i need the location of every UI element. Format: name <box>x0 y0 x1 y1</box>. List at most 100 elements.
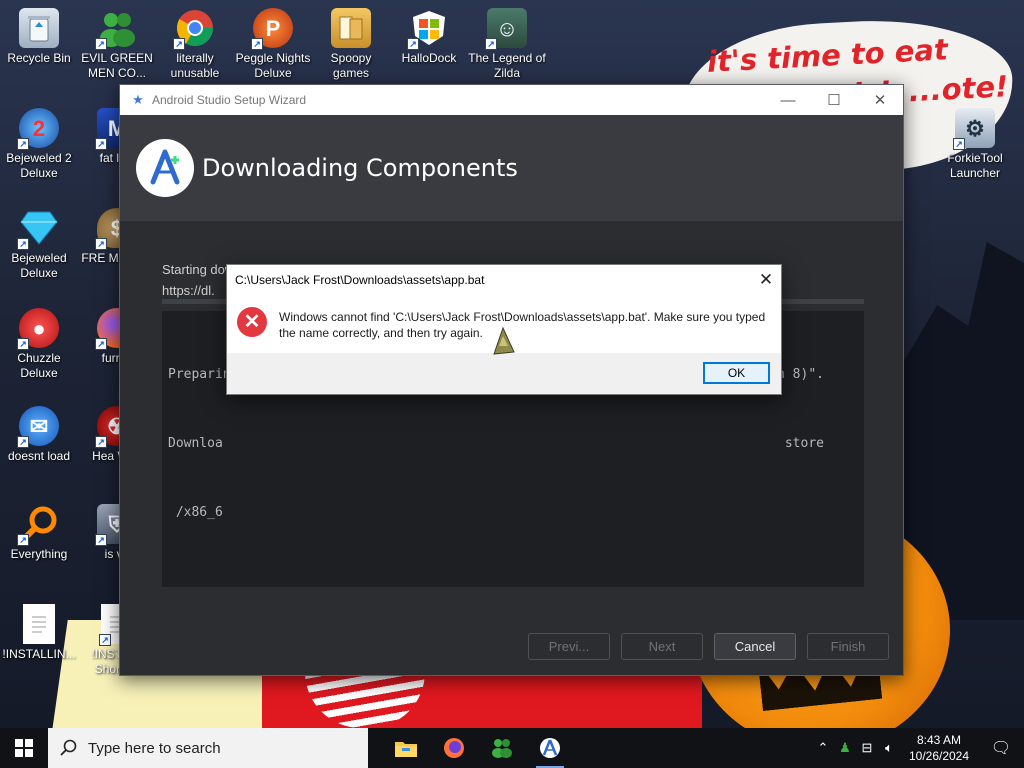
shortcut-arrow-icon: ↗ <box>17 238 29 250</box>
desktop-icon-installing[interactable]: !INSTALLIN... <box>0 604 78 662</box>
android-studio-icon <box>540 738 560 758</box>
log-line: /x86_6 <box>168 501 858 524</box>
desktop-icon-label: Bejeweled Deluxe <box>11 251 67 280</box>
taskbar-android-studio[interactable] <box>526 728 574 768</box>
desktop-icon-label: ForkieTool Launcher <box>947 151 1003 180</box>
finish-button[interactable]: Finish <box>807 633 889 660</box>
windows-start-icon <box>15 739 33 757</box>
desktop-icon-label: The Legend of Zilda <box>468 51 546 80</box>
log-line-right: n 8)". <box>777 367 824 382</box>
cancel-button[interactable]: Cancel <box>714 633 796 660</box>
close-icon[interactable]: ✕ <box>857 91 903 109</box>
folder-icon <box>331 8 371 48</box>
close-icon[interactable]: ✕ <box>751 270 781 290</box>
previous-button[interactable]: Previ... <box>528 633 610 660</box>
chevron-up-icon[interactable]: ⌃ <box>812 740 834 756</box>
desktop-icon-bejeweled-2[interactable]: 2 ↗ Bejeweled 2 Deluxe <box>0 108 78 181</box>
desktop-icon-bejeweled-deluxe[interactable]: ↗ Bejeweled Deluxe <box>0 208 78 281</box>
desktop-icon-label: HalloDock <box>401 51 457 65</box>
search-placeholder: Type here to search <box>88 739 221 757</box>
firefox-icon <box>444 738 464 758</box>
desktop-icon-everything[interactable]: ↗ Everything <box>0 504 78 562</box>
desktop-icon-forkietool[interactable]: ⚙ ↗ ForkieTool Launcher <box>936 108 1014 181</box>
desktop-icon-label: Recycle Bin <box>7 51 71 65</box>
clock-date: 10/26/2024 <box>908 749 970 763</box>
android-studio-icon: ★ <box>132 92 144 107</box>
wizard-header: Downloading Components <box>120 115 903 221</box>
recycle-bin-icon <box>19 8 59 48</box>
desktop-icon-hallodock[interactable]: ↗ HalloDock <box>390 8 468 66</box>
shortcut-arrow-icon: ↗ <box>17 138 29 150</box>
shortcut-arrow-icon: ↗ <box>95 138 107 150</box>
clock-time: 8:43 AM <box>916 733 962 747</box>
bejeweled-2-icon: 2 ↗ <box>17 108 59 150</box>
desktop-icon-literally-unusable[interactable]: ↗ literally unusable <box>156 8 234 81</box>
error-dialog-titlebar[interactable]: C:\Users\Jack Frost\Downloads\assets\app… <box>227 265 781 295</box>
log-line-left: Preparin <box>168 367 231 382</box>
taskbar: Type here to search ⌃ ♟ ⊟ 🔈︎ 8:43 AM 10/… <box>0 728 1024 768</box>
ok-button[interactable]: OK <box>703 362 770 384</box>
diamond-icon: ↗ <box>17 208 59 250</box>
shortcut-arrow-icon: ↗ <box>251 38 263 50</box>
taskbar-firefox[interactable] <box>430 728 478 768</box>
log-line-right: store <box>784 436 824 451</box>
shortcut-arrow-icon: ↗ <box>95 238 107 250</box>
shortcut-arrow-icon: ↗ <box>99 634 111 646</box>
wizard-button-row: Previ... Next Cancel Finish <box>120 633 903 663</box>
error-message: Windows cannot find 'C:\Users\Jack Frost… <box>279 310 766 340</box>
shortcut-arrow-icon: ↗ <box>485 38 497 50</box>
maximize-icon[interactable]: ☐ <box>811 91 857 109</box>
taskbar-file-explorer[interactable] <box>382 728 430 768</box>
file-explorer-icon <box>395 742 417 757</box>
windows-logo-icon: ↗ <box>407 8 449 50</box>
shortcut-arrow-icon: ↗ <box>95 338 107 350</box>
desktop-icon-label: Bejeweled 2 Deluxe <box>6 151 72 180</box>
log-line-left: Downloa <box>168 436 223 451</box>
desktop-icon-label: Spoopy games <box>330 51 372 80</box>
zilda-icon: ☺ ↗ <box>485 8 527 50</box>
desktop-icon-peggle-nights[interactable]: P ↗ Peggle Nights Deluxe <box>234 8 312 81</box>
shortcut-arrow-icon: ↗ <box>17 436 29 448</box>
desktop-icon-label: Peggle Nights Deluxe <box>235 51 311 80</box>
desktop-icon-evil-green-men[interactable]: ↗ EVIL GREEN MEN CO... <box>78 8 156 81</box>
desktop-icon-label: doesnt load <box>7 449 71 463</box>
wizard-window-title: Android Studio Setup Wizard <box>152 93 307 107</box>
desktop-icon-chuzzle[interactable]: ● ↗ Chuzzle Deluxe <box>0 308 78 381</box>
thunderbird-icon: ✉ ↗ <box>17 406 59 448</box>
tray-green-men-icon[interactable]: ♟ <box>834 740 856 756</box>
log-line-left: /x86_6 <box>168 505 223 520</box>
desktop-icon-label: Chuzzle Deluxe <box>17 351 61 380</box>
shortcut-arrow-icon: ↗ <box>95 534 107 546</box>
volume-icon[interactable]: 🔈︎ <box>878 740 900 756</box>
desktop-icon-spoopy-games[interactable]: Spoopy games <box>312 8 390 81</box>
android-studio-logo-icon <box>136 139 194 197</box>
shortcut-arrow-icon: ↗ <box>95 38 107 50</box>
next-button[interactable]: Next <box>621 633 703 660</box>
forkietool-icon: ⚙ ↗ <box>953 108 995 150</box>
text-file-icon <box>23 604 55 644</box>
green-men-icon: ↗ <box>95 8 137 50</box>
wizard-header-title: Downloading Components <box>202 154 518 182</box>
desktop-icon-legend-of-zilda[interactable]: ☺ ↗ The Legend of Zilda <box>468 8 546 81</box>
desktop-icon-doesnt-load[interactable]: ✉ ↗ doesnt load <box>0 406 78 464</box>
desktop-icon-label: Everything <box>10 547 68 561</box>
taskbar-clock[interactable]: 8:43 AM 10/26/2024 <box>900 732 978 764</box>
start-button[interactable] <box>0 728 48 768</box>
everything-search-icon: ↗ <box>17 504 59 546</box>
wizard-titlebar[interactable]: ★ Android Studio Setup Wizard — ☐ ✕ <box>120 85 903 115</box>
green-men-icon <box>492 739 512 758</box>
notification-icon[interactable]: 🗨︎ <box>978 738 1024 758</box>
shortcut-arrow-icon: ↗ <box>953 138 965 150</box>
minimize-icon[interactable]: — <box>765 92 811 109</box>
error-icon: ✕ <box>237 307 267 337</box>
taskbar-green-men[interactable] <box>478 728 526 768</box>
taskbar-search-box[interactable]: Type here to search <box>48 728 368 768</box>
desktop-icon-recycle-bin[interactable]: Recycle Bin <box>0 8 78 66</box>
network-icon[interactable]: ⊟ <box>856 740 878 756</box>
shortcut-arrow-icon: ↗ <box>407 38 419 50</box>
log-line: Downloa store <box>168 432 858 455</box>
desktop-icon-label: EVIL GREEN MEN CO... <box>81 51 153 80</box>
search-icon <box>60 739 77 756</box>
shortcut-arrow-icon: ↗ <box>17 338 29 350</box>
error-dialog-title: C:\Users\Jack Frost\Downloads\assets\app… <box>235 273 485 287</box>
